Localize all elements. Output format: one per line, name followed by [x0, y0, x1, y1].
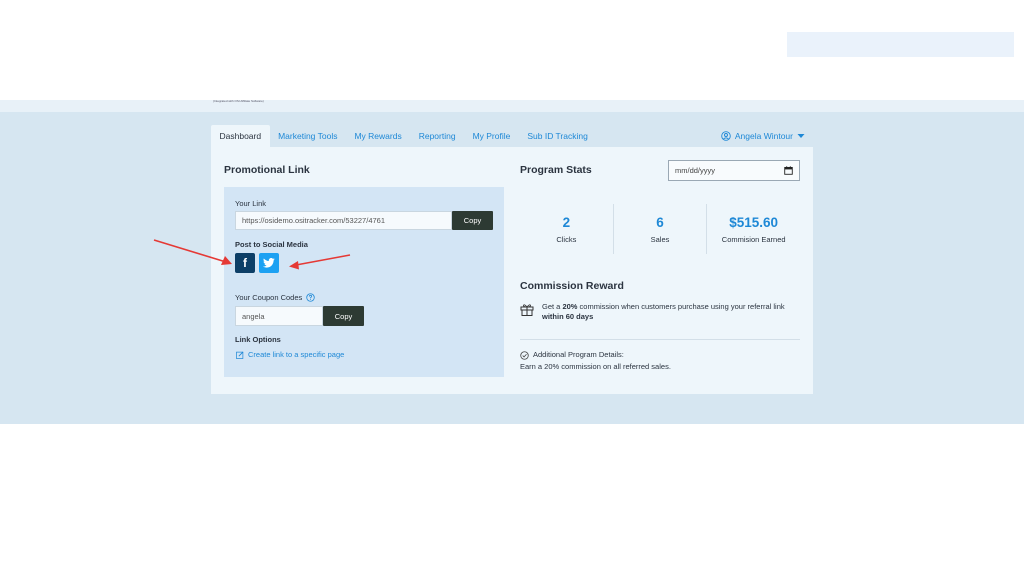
- copy-coupon-button[interactable]: Copy: [323, 306, 364, 326]
- divider: [520, 339, 800, 340]
- facebook-button[interactable]: f: [235, 253, 255, 273]
- program-details: Additional Program Details: Earn a 20% c…: [520, 349, 671, 373]
- right-red-arrow: [289, 254, 351, 270]
- tab-my-profile[interactable]: My Profile: [464, 125, 519, 147]
- create-link-label: Create link to a specific page: [248, 350, 345, 359]
- edit-icon: [236, 351, 244, 359]
- copy-link-button[interactable]: Copy: [452, 211, 493, 230]
- tab-reporting[interactable]: Reporting: [410, 125, 464, 147]
- details-text: Earn a 20% commission on all referred sa…: [520, 362, 671, 371]
- stat-label: Commision Earned: [721, 234, 786, 244]
- referral-link-field[interactable]: https://osidemo.ositracker.com/53227/476…: [235, 211, 452, 230]
- stat-value: $515.60: [729, 214, 779, 230]
- top-right-placeholder: [787, 32, 1014, 57]
- left-red-arrow: [153, 239, 232, 265]
- reward-text-pre: Get a: [542, 302, 563, 311]
- stat-sales: 6 Sales: [612, 204, 707, 254]
- link-options-label: Link Options: [235, 335, 281, 344]
- reward-percent: 20%: [562, 302, 578, 311]
- nav-tabs: Dashboard Marketing Tools My Rewards Rep…: [211, 125, 813, 147]
- twitter-icon: [263, 258, 275, 268]
- stat-label: Clicks: [556, 234, 577, 244]
- social-media-label: Post to Social Media: [235, 240, 308, 249]
- details-label: Additional Program Details:: [533, 350, 624, 359]
- stat-clicks: 2 Clicks: [520, 204, 613, 254]
- user-name: Angela Wintour: [734, 131, 793, 141]
- coupon-codes-label: Your Coupon Codes: [235, 293, 303, 302]
- tab-sub-id-tracking[interactable]: Sub ID Tracking: [519, 125, 596, 147]
- stat-value: 6: [656, 214, 664, 230]
- stat-value: 2: [562, 214, 571, 230]
- user-circle-icon: [721, 131, 731, 141]
- caret-down-icon: [797, 134, 805, 138]
- twitter-button[interactable]: [259, 253, 279, 273]
- commission-reward-title: Commission Reward: [520, 280, 624, 292]
- reward-description: Get a 20% commission when customers purc…: [542, 302, 804, 322]
- date-placeholder: mm/dd/yyyy: [675, 166, 716, 175]
- stats-row: 2 Clicks 6 Sales $515.60 Commision Earne…: [520, 204, 800, 254]
- stat-label: Sales: [650, 234, 670, 244]
- gift-icon: [520, 304, 534, 316]
- header-strip: [0, 100, 1024, 112]
- create-link-link[interactable]: Create link to a specific page: [236, 350, 344, 359]
- tab-dashboard[interactable]: Dashboard: [211, 125, 270, 147]
- help-icon[interactable]: [306, 293, 315, 302]
- facebook-icon: f: [243, 256, 247, 270]
- your-link-label: Your Link: [235, 199, 266, 208]
- date-picker[interactable]: mm/dd/yyyy: [668, 160, 800, 181]
- tab-my-rewards[interactable]: My Rewards: [346, 125, 410, 147]
- user-menu[interactable]: Angela Wintour: [721, 125, 813, 147]
- program-stats-title: Program Stats: [520, 164, 592, 176]
- details-heading-row: Additional Program Details:: [520, 349, 671, 361]
- tab-marketing-tools[interactable]: Marketing Tools: [270, 125, 346, 147]
- reward-window: within 60 days: [542, 312, 594, 321]
- promotional-link-title: Promotional Link: [224, 164, 310, 176]
- check-circle-icon: [520, 350, 529, 360]
- coupon-code-field[interactable]: angela: [235, 306, 323, 326]
- tiny-header-text: (Integrated with OSI Affiliate Software): [213, 99, 264, 103]
- stat-commission: $515.60 Commision Earned: [706, 204, 800, 254]
- calendar-icon: [784, 166, 793, 175]
- coupon-codes-label-row: Your Coupon Codes: [235, 293, 315, 302]
- reward-text-mid: commission when customers purchase using…: [577, 302, 785, 311]
